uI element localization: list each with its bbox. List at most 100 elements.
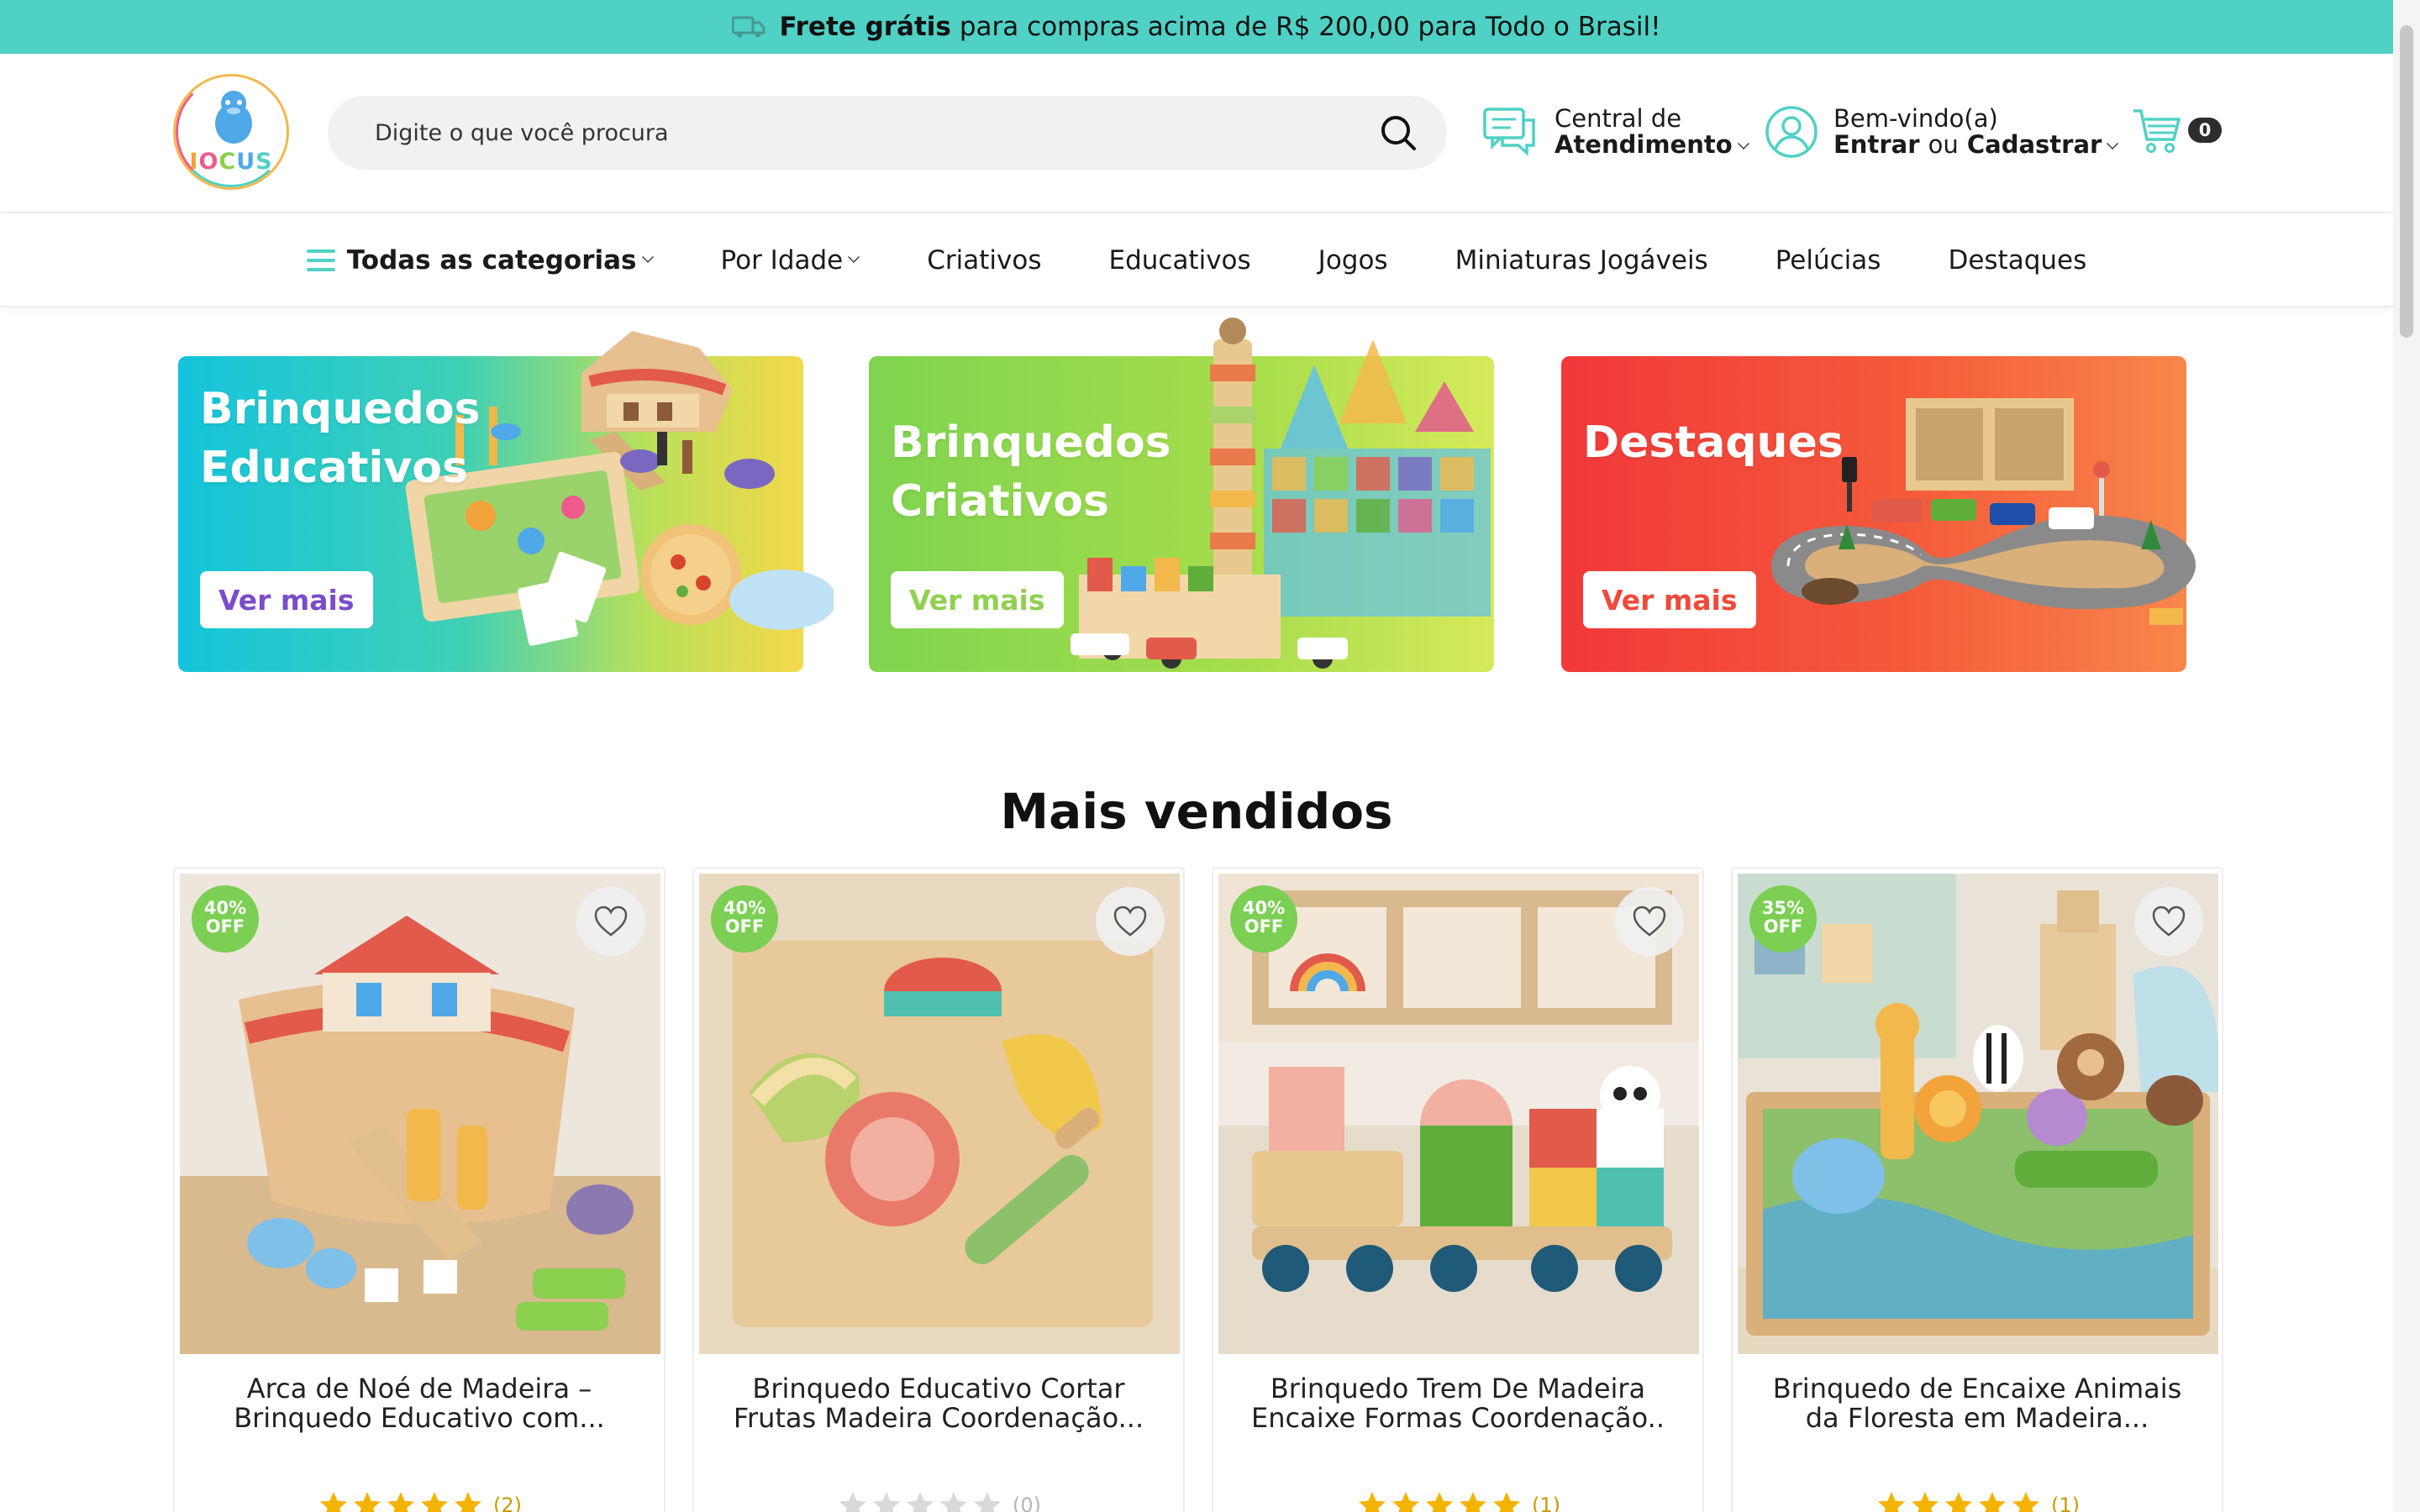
search-input[interactable] — [375, 96, 1341, 170]
star-icon — [1878, 1492, 1905, 1512]
nav-by-age-label: Por Idade — [720, 245, 844, 276]
banner-educativos-button[interactable]: Ver mais — [200, 571, 373, 628]
discount-badge: 40% OFF — [192, 885, 259, 953]
product-card[interactable]: 40% OFF Brinquedo Educativo Cortar Frutas … — [692, 867, 1185, 1512]
scrollbar-thumb[interactable] — [2400, 25, 2413, 338]
discount-label: OFF — [724, 916, 765, 937]
star-icon — [1460, 1492, 1486, 1512]
promo-bar: Frete grátis para compras acima de R$ 20… — [0, 0, 2393, 54]
heart-icon — [1633, 906, 1666, 937]
banner-criativos-title-line2: Criativos — [891, 476, 1109, 527]
nav-jogos[interactable]: Jogos — [1318, 245, 1388, 276]
product-name-line1: Brinquedo Trem De Madeira — [1270, 1373, 1646, 1404]
nav-all-categories[interactable]: Todas as categorias — [306, 245, 654, 276]
discount-badge: 35% OFF — [1749, 885, 1817, 953]
discount-percent: 40% — [203, 898, 247, 918]
product-name-line2: da Floresta em Madeira... — [1805, 1402, 2149, 1434]
product-card[interactable]: 35% OFF Brinquedo de Encaixe Animais da Fl… — [1731, 867, 2223, 1512]
discount-label: OFF — [1244, 916, 1284, 937]
star-icon — [1426, 1492, 1453, 1512]
star-icon — [1359, 1492, 1386, 1512]
heart-icon — [2152, 906, 2186, 937]
star-icon — [2012, 1492, 2039, 1512]
discount-badge: 40% OFF — [1230, 885, 1297, 953]
search-bar[interactable] — [328, 96, 1447, 170]
chevron-down-icon — [1737, 138, 1749, 150]
favorite-button[interactable] — [1096, 887, 1165, 956]
user-icon — [1765, 106, 1818, 158]
star-icon — [1392, 1492, 1419, 1512]
promo-text: para compras acima de R$ 200,00 para Tod… — [959, 12, 1661, 42]
banner-criativos[interactable]: Brinquedos Criativos Ver mais — [869, 318, 1494, 672]
product-name[interactable]: Brinquedo Educativo Cortar Frutas Madeira… — [719, 1374, 1158, 1433]
star-icon — [1945, 1492, 1972, 1512]
chat-icon — [1483, 108, 1535, 156]
product-name[interactable]: Brinquedo Trem De Madeira Encaixe Formas … — [1239, 1374, 1677, 1433]
nav-miniaturas[interactable]: Miniaturas Jogáveis — [1455, 245, 1708, 276]
login-link[interactable]: Entrar — [1833, 130, 1920, 159]
account-menu[interactable]: Bem-vindo(a) Entrar ou Cadastrar — [1765, 104, 2119, 160]
star-icon — [387, 1492, 414, 1512]
nav-pelucias[interactable]: Pelúcias — [1776, 245, 1881, 276]
star-icon — [1493, 1492, 1520, 1512]
cart-button[interactable]: 0 — [2131, 104, 2222, 156]
cart-count-badge: 0 — [2188, 118, 2222, 143]
product-name-line1: Arca de Noé de Madeira – — [246, 1373, 592, 1404]
promo-bold: Frete grátis — [779, 12, 951, 42]
rating: (2) — [175, 1490, 664, 1512]
menu-icon — [306, 249, 335, 271]
discount-badge: 40% OFF — [711, 885, 778, 953]
chevron-down-icon — [2107, 138, 2119, 150]
support-line2: Atendimento — [1555, 130, 1733, 159]
section-title-best-sellers: Mais vendidos — [1000, 783, 1393, 840]
product-name[interactable]: Arca de Noé de Madeira – Brinquedo Educat… — [200, 1374, 639, 1433]
banner-criativos-title-line1: Brinquedos — [891, 417, 1171, 468]
rating: (0) — [694, 1490, 1183, 1512]
product-card[interactable]: 40% OFF Brinquedo Trem De Madeira Encaixe … — [1212, 867, 1704, 1512]
favorite-button[interactable] — [576, 887, 645, 956]
star-icon — [839, 1492, 866, 1512]
nav-educativos[interactable]: Educativos — [1108, 245, 1250, 276]
support-menu[interactable]: Central de Atendimento — [1482, 104, 1749, 160]
discount-label: OFF — [205, 916, 245, 937]
star-icon — [873, 1492, 900, 1512]
banner-destaques[interactable]: Destaques Ver mais — [1561, 356, 2196, 672]
product-name-line2: Brinquedo Educativo com... — [234, 1402, 605, 1434]
favorite-button[interactable] — [2134, 887, 2203, 956]
product-card[interactable]: 40% OFF Arca de Noé de Madeira – Brinquedo… — [173, 867, 666, 1512]
star-icon — [940, 1492, 967, 1512]
review-count: (2) — [493, 1494, 522, 1512]
star-icon — [320, 1492, 347, 1512]
discount-percent: 40% — [1242, 898, 1286, 918]
logo[interactable]: IOCUS — [173, 74, 289, 190]
banner-educativos[interactable]: Brinquedos Educativos Ver mais — [178, 331, 834, 672]
register-link[interactable]: Cadastrar — [1967, 130, 2102, 159]
banner-criativos-button[interactable]: Ver mais — [891, 571, 1064, 628]
truck-icon — [732, 16, 765, 38]
main-nav: Todas as categorias Por Idade Criativos … — [0, 215, 2393, 307]
rating: (1) — [1213, 1490, 1702, 1512]
favorite-button[interactable] — [1615, 887, 1684, 956]
star-icon — [907, 1492, 934, 1512]
nav-criativos[interactable]: Criativos — [927, 245, 1041, 276]
star-icon — [421, 1492, 448, 1512]
rating: (1) — [1733, 1490, 2222, 1512]
review-count: (0) — [1013, 1494, 1041, 1512]
nav-destaques[interactable]: Destaques — [1948, 245, 2086, 276]
heart-icon — [594, 906, 628, 937]
banner-destaques-button[interactable]: Ver mais — [1583, 571, 1756, 628]
nav-by-age[interactable]: Por Idade — [721, 245, 860, 276]
cart-icon — [2133, 109, 2181, 153]
logo-wordmark: IOCUS — [189, 149, 273, 175]
nav-all-categories-label: Todas as categorias — [346, 245, 637, 276]
scrollbar[interactable] — [2393, 0, 2420, 1512]
banner-educativos-title-line2: Educativos — [200, 443, 468, 493]
product-name-line1: Brinquedo Educativo Cortar — [752, 1373, 1125, 1404]
review-count: (1) — [1532, 1494, 1560, 1512]
star-icon — [1912, 1492, 1939, 1512]
product-name-line2: Encaixe Formas Coordenação.. — [1250, 1402, 1665, 1434]
account-greeting: Bem-vindo(a) — [1833, 104, 1998, 133]
search-icon[interactable] — [1380, 114, 1417, 151]
product-name-line2: Frutas Madeira Coordenação... — [733, 1402, 1144, 1434]
product-name[interactable]: Brinquedo de Encaixe Animais da Floresta … — [1758, 1374, 2196, 1433]
